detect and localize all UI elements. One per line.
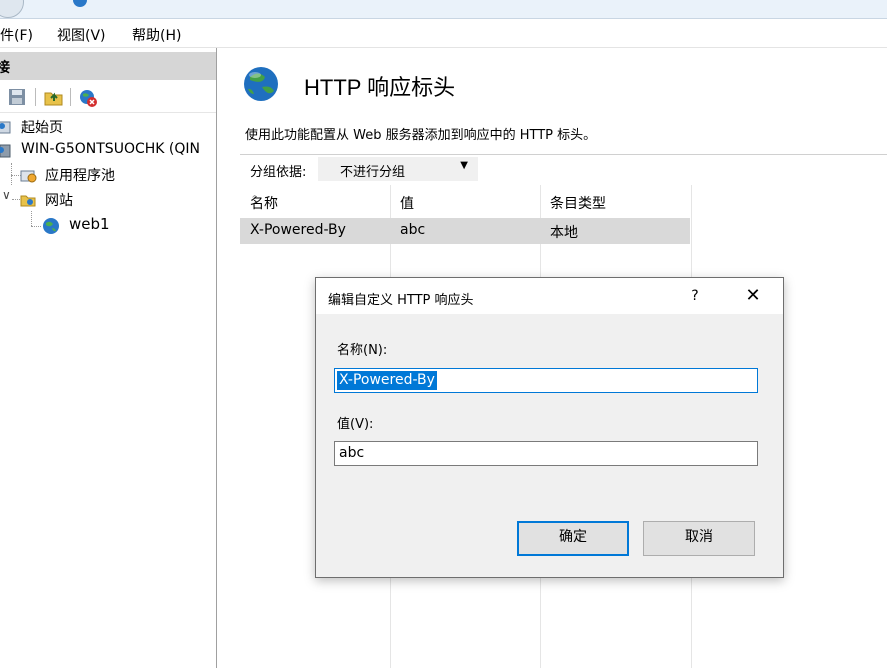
globe-icon	[43, 218, 59, 234]
page-title: HTTP 响应标头	[304, 75, 456, 100]
dialog-title: 编辑自定义 HTTP 响应头	[328, 293, 474, 308]
sites-folder-icon	[20, 195, 36, 207]
connections-pane: 接 起始页 WIN-G5ONTSUOCHK (QIN 应用程序池 ∨ 网站 we…	[0, 48, 217, 668]
globe-icon	[73, 0, 87, 7]
value-label: 值(V):	[337, 417, 374, 432]
group-by-bar: 分组依据: 不进行分组 ▼	[240, 154, 887, 183]
value-input[interactable]: abc	[334, 441, 758, 466]
page-description: 使用此功能配置从 Web 服务器添加到响应中的 HTTP 标头。	[245, 128, 597, 143]
chevron-down-icon[interactable]: ∨	[2, 188, 11, 202]
app-pool-icon	[20, 170, 37, 183]
cancel-button[interactable]: 取消	[643, 521, 755, 556]
start-page-icon	[0, 121, 11, 134]
disconnect-icon[interactable]	[78, 88, 98, 108]
dialog-titlebar: 编辑自定义 HTTP 响应头 ? ✕	[316, 278, 783, 314]
tree-label: 网站	[45, 193, 73, 209]
table-row[interactable]: X-Powered-By abc 本地	[240, 218, 690, 244]
save-icon[interactable]	[8, 88, 26, 106]
cell-value: abc	[400, 222, 426, 238]
cell-type: 本地	[550, 225, 578, 241]
menu-bar: 件(F) 视图(V) 帮助(H)	[0, 19, 887, 48]
name-label: 名称(N):	[337, 343, 388, 358]
cell-name: X-Powered-By	[250, 222, 346, 238]
value-input-value: abc	[339, 445, 365, 461]
menu-view[interactable]: 视图(V)	[57, 25, 106, 45]
menu-file[interactable]: 件(F)	[0, 25, 33, 45]
column-header-type[interactable]: 条目类型	[540, 185, 690, 217]
connections-toolbar	[0, 82, 216, 113]
globe-icon	[244, 67, 278, 101]
group-by-select[interactable]: 不进行分组 ▼	[318, 157, 478, 181]
sort-up-icon: ⌃	[250, 193, 260, 206]
name-input[interactable]: X-Powered-By	[334, 368, 758, 393]
group-by-label: 分组依据:	[250, 165, 307, 180]
name-input-value: X-Powered-By	[337, 371, 437, 390]
close-button[interactable]: ✕	[736, 284, 770, 310]
group-by-value: 不进行分组	[340, 165, 406, 180]
column-header-value[interactable]: 值	[390, 185, 540, 217]
connections-header-label: 接	[0, 60, 10, 76]
ok-button[interactable]: 确定	[517, 521, 629, 556]
back-button[interactable]	[0, 0, 24, 18]
menu-help[interactable]: 帮助(H)	[132, 25, 181, 45]
server-icon	[0, 144, 11, 158]
folder-up-icon[interactable]	[44, 88, 64, 106]
connections-header: 接	[0, 52, 216, 80]
address-bar	[0, 0, 887, 19]
dropdown-arrow-icon: ▼	[460, 160, 468, 171]
tree-label: web1	[69, 215, 110, 233]
column-header-name[interactable]: 名称 ⌃	[240, 185, 380, 217]
tree-label: WIN-G5ONTSUOCHK (QIN	[21, 141, 200, 157]
edit-header-dialog: 编辑自定义 HTTP 响应头 ? ✕ 名称(N): X-Powered-By 值…	[315, 277, 784, 578]
tree-label: 起始页	[21, 120, 63, 136]
help-button[interactable]: ?	[684, 286, 706, 308]
tree-label: 应用程序池	[45, 168, 115, 184]
